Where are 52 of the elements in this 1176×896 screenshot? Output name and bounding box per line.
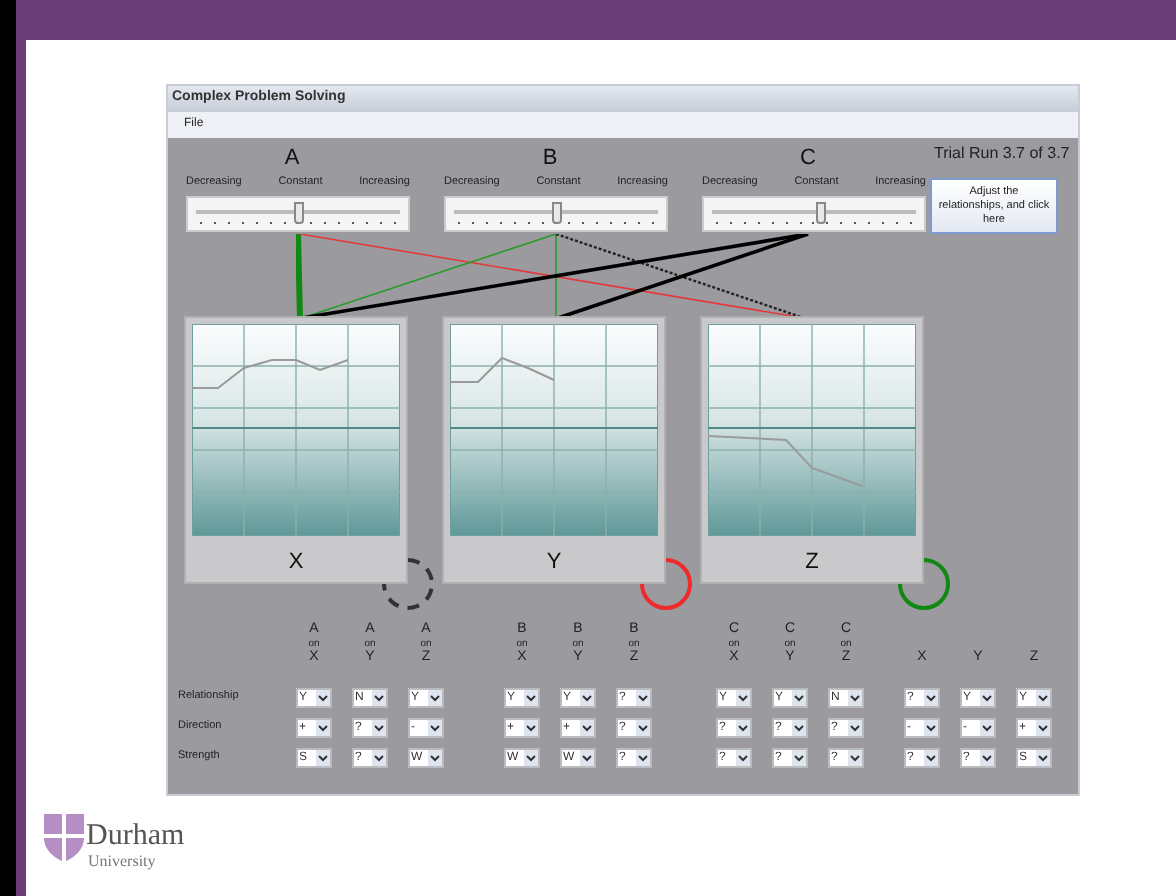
caret-icon [371, 689, 385, 705]
caret-icon [427, 719, 441, 735]
caret-icon [791, 719, 805, 735]
caret-icon [979, 719, 993, 735]
chart-label: X [288, 550, 304, 574]
chart-label: Y [546, 550, 562, 574]
chart-label: Z [805, 550, 819, 574]
caret-icon [847, 719, 861, 735]
slider-thumb[interactable] [294, 202, 304, 224]
caret-icon [735, 749, 749, 765]
trial-run-label: Trial Run 3.7 of 3.7 [934, 142, 1070, 166]
caret-icon [635, 719, 649, 735]
caret-icon [791, 749, 805, 765]
caret-icon [635, 689, 649, 705]
caret-icon [735, 689, 749, 705]
caret-icon [979, 749, 993, 765]
caret-icon [847, 749, 861, 765]
caret-icon [979, 689, 993, 705]
caret-icon [427, 749, 441, 765]
slider-thumb[interactable] [552, 202, 562, 224]
caret-icon [427, 689, 441, 705]
logo-wordmark: Durham [86, 822, 185, 852]
caret-icon [315, 749, 329, 765]
crest-icon [44, 814, 84, 862]
caret-icon [579, 749, 593, 765]
caret-icon [523, 719, 537, 735]
caret-icon [1035, 749, 1049, 765]
caret-icon [523, 689, 537, 705]
caret-icon [791, 689, 805, 705]
caret-icon [847, 689, 861, 705]
slider-track[interactable] [702, 196, 926, 232]
caret-icon [579, 719, 593, 735]
slider-thumb[interactable] [815, 202, 826, 224]
caret-icon [735, 719, 749, 735]
caret-icon [579, 689, 593, 705]
logo-subtitle: University [86, 852, 158, 872]
caret-icon [315, 689, 329, 705]
slider-title: B [542, 146, 558, 170]
caret-icon [371, 719, 385, 735]
caret-icon [635, 749, 649, 765]
caret-icon [523, 749, 537, 765]
caret-icon [923, 749, 937, 765]
caret-icon [371, 749, 385, 765]
slider-track[interactable] [444, 196, 668, 232]
slider-title: A [284, 146, 300, 170]
caret-icon [1035, 689, 1049, 705]
slider-title: C [800, 146, 816, 170]
caret-icon [1035, 719, 1049, 735]
slider-track[interactable] [186, 196, 410, 232]
caret-icon [923, 719, 937, 735]
caret-icon [923, 689, 937, 705]
caret-icon [315, 719, 329, 735]
